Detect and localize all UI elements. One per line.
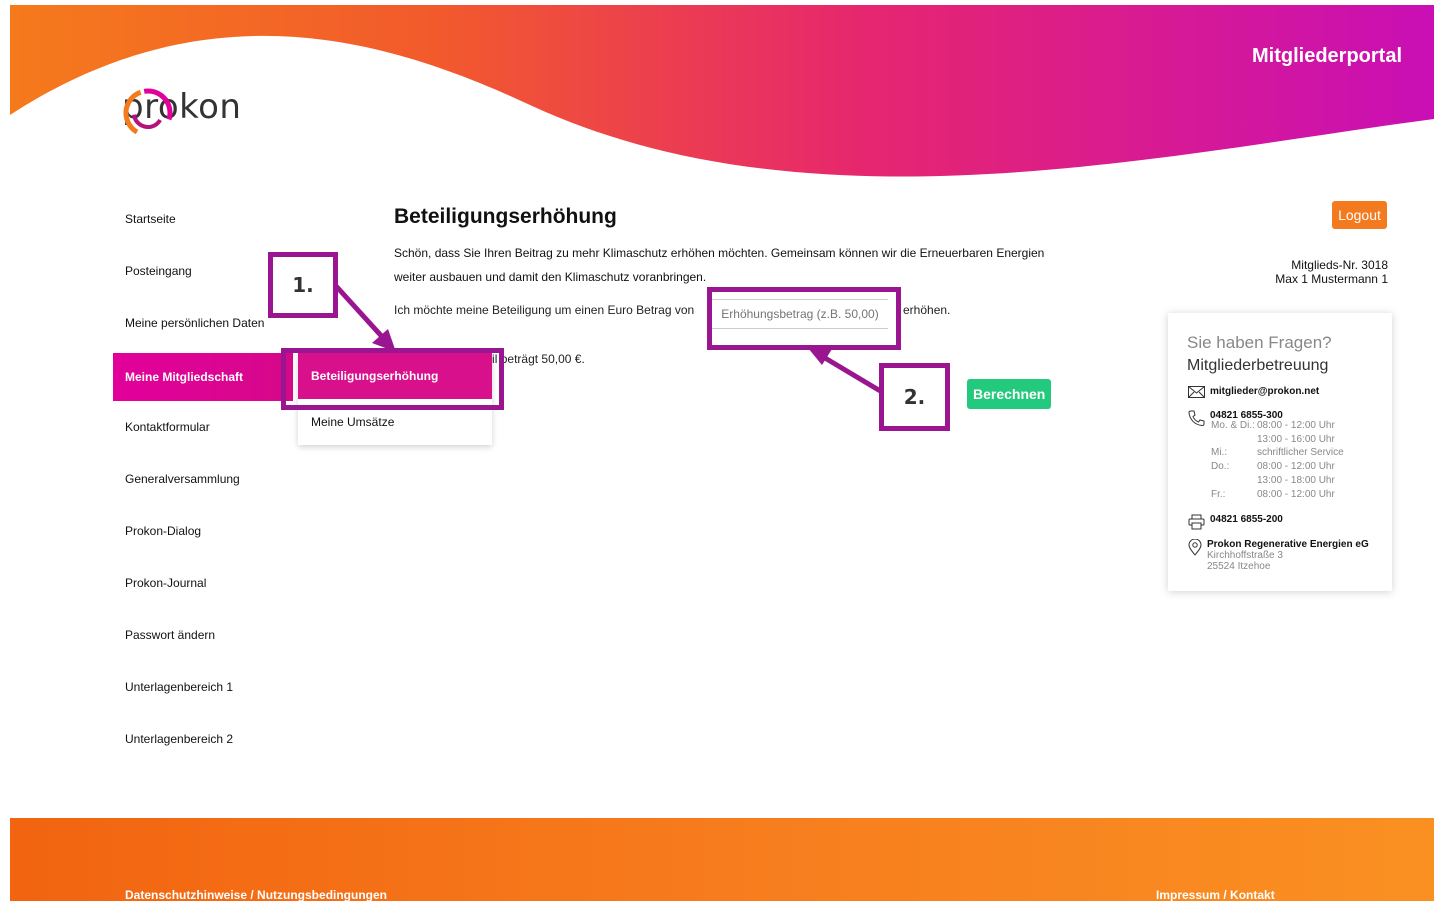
- sidebar-item-contact-form[interactable]: Kontaktformular: [113, 403, 293, 455]
- amount-row: Ich möchte meine Beteiligung um einen Eu…: [394, 299, 950, 329]
- footer-privacy-link[interactable]: Datenschutzhinweise / Nutzungsbedingunge…: [125, 888, 387, 901]
- arrow-1-line: [334, 284, 388, 343]
- hours-time: 08:00 - 12:00 Uhr: [1257, 488, 1335, 500]
- logo-icon: [123, 88, 173, 138]
- help-subtitle: Mitgliederbetreuung: [1187, 357, 1329, 374]
- sidebar-item-prokon-journal[interactable]: Prokon-Journal: [113, 559, 293, 611]
- sidebar-item-change-password[interactable]: Passwort ändern: [113, 611, 293, 663]
- printer-icon: [1188, 514, 1205, 530]
- help-street: Kirchhoffstraße 3: [1207, 550, 1283, 561]
- amount-suffix: erhöhen.: [903, 303, 951, 317]
- page-title: Beteiligungserhöhung: [394, 205, 617, 228]
- amount-prefix: Ich möchte meine Beteiligung um einen Eu…: [394, 303, 695, 317]
- help-email[interactable]: mitglieder@prokon.net: [1210, 386, 1319, 398]
- member-number: Mitglieds-Nr. 3018: [1291, 258, 1388, 272]
- opening-hours: Mo. & Di.: 08:00 - 12:00 Uhr 13:00 - 16:0…: [1211, 419, 1344, 501]
- help-fax: 04821 6855-200: [1210, 514, 1283, 525]
- arrow-2-line: [818, 352, 884, 395]
- help-email-row: mitglieder@prokon.net: [1188, 386, 1319, 398]
- calculate-button[interactable]: Berechnen: [967, 379, 1051, 409]
- sidebar-item-startseite[interactable]: Startseite: [113, 195, 293, 247]
- member-info: Mitglieds-Nr. 3018 Max 1 Mustermann 1: [1275, 258, 1388, 286]
- arrow-2-head: [808, 348, 832, 365]
- hours-day: Mo. & Di.:: [1211, 420, 1255, 431]
- sidebar-item-documents-1[interactable]: Unterlagenbereich 1: [113, 663, 293, 715]
- sidebar-nav: Startseite Posteingang Meine persönliche…: [113, 195, 293, 767]
- page: Mitgliederportal prokon Startseite Poste…: [10, 5, 1434, 901]
- member-name: Max 1 Mustermann 1: [1275, 272, 1388, 286]
- portal-title: Mitgliederportal: [1251, 45, 1402, 67]
- hours-day: Do.:: [1211, 461, 1230, 473]
- prokon-logo[interactable]: prokon: [122, 87, 241, 138]
- help-company: Prokon Regenerative Energien eG: [1207, 539, 1369, 550]
- sidebar-item-prokon-dialog[interactable]: Prokon-Dialog: [113, 507, 293, 559]
- footer: Datenschutzhinweise / Nutzungsbedingunge…: [10, 818, 1434, 901]
- sidebar-item-membership[interactable]: Meine Mitgliedschaft: [113, 353, 293, 401]
- sidebar-item-general-assembly[interactable]: Generalversammlung: [113, 455, 293, 507]
- help-title: Sie haben Fragen?: [1187, 333, 1332, 352]
- annotation-step-1-highlight: [281, 348, 504, 410]
- sidebar-item-documents-2[interactable]: Unterlagenbereich 2: [113, 715, 293, 767]
- footer-imprint-link[interactable]: Impressum / Kontakt: [1156, 888, 1275, 901]
- help-city: 25524 Itzehoe: [1207, 561, 1271, 572]
- hours-time: schriftlicher Service: [1257, 447, 1344, 459]
- annotation-step-2-highlight: [707, 287, 901, 350]
- sidebar-item-posteingang[interactable]: Posteingang: [113, 247, 293, 299]
- hours-time: 13:00 - 18:00 Uhr: [1257, 474, 1335, 486]
- hours-time: 08:00 - 12:00 Uhr: [1257, 420, 1335, 431]
- annotation-step-1-label: 1.: [268, 252, 338, 318]
- intro-text: Schön, dass Sie Ihren Beitrag zu mehr Kl…: [394, 246, 1045, 284]
- main-content: Beteiligungserhöhung Schön, dass Sie Ihr…: [394, 205, 1074, 409]
- sidebar-item-personal-data[interactable]: Meine persönlichen Daten: [113, 299, 293, 351]
- annotation-step-2-label: 2.: [879, 363, 950, 431]
- header: Mitgliederportal prokon: [10, 5, 1434, 180]
- help-card: Sie haben Fragen? Mitgliederbetreuung mi…: [1168, 313, 1392, 591]
- help-fax-row: 04821 6855-200: [1188, 514, 1283, 530]
- hours-day: Fr.:: [1211, 488, 1226, 500]
- location-pin-icon: [1188, 539, 1202, 556]
- mail-icon: [1188, 386, 1205, 398]
- help-address-row: Prokon Regenerative Energien eG Kirchhof…: [1188, 539, 1369, 572]
- hours-time: 08:00 - 12:00 Uhr: [1257, 461, 1335, 473]
- phone-icon: [1188, 410, 1205, 426]
- logout-button[interactable]: Logout: [1332, 201, 1387, 229]
- hours-day: Mi.:: [1211, 447, 1228, 459]
- hours-time: 13:00 - 16:00 Uhr: [1257, 433, 1335, 445]
